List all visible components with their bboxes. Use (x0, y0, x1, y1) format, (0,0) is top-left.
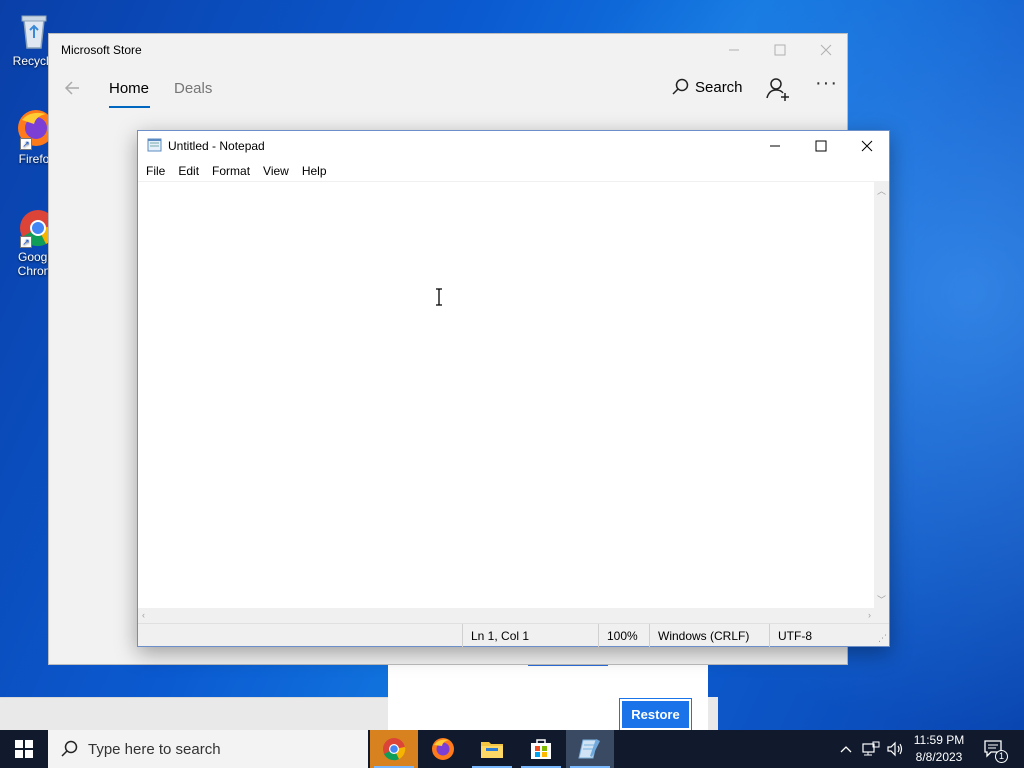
network-icon (862, 741, 880, 756)
taskbar-clock[interactable]: 11:59 PM 8/8/2023 (904, 732, 974, 766)
shortcut-arrow-icon: ↗ (20, 236, 32, 248)
background-window-strip (708, 697, 718, 730)
show-hidden-icons-button[interactable] (836, 730, 856, 768)
store-close-button[interactable] (803, 34, 849, 66)
search-icon (672, 78, 689, 95)
notification-count-badge: 1 (995, 750, 1008, 763)
firefox-icon (432, 738, 454, 760)
status-encoding: UTF-8 (769, 624, 869, 647)
add-user-icon (766, 78, 789, 101)
store-minimize-button[interactable] (711, 34, 757, 66)
vertical-scrollbar[interactable]: ︿ ﹀ (874, 182, 889, 608)
maximize-icon (815, 140, 827, 151)
menu-format[interactable]: Format (207, 164, 258, 178)
taskbar-firefox[interactable] (419, 730, 467, 768)
scroll-up-icon[interactable]: ︿ (877, 184, 886, 197)
notepad-status-bar: Ln 1, Col 1 100% Windows (CRLF) UTF-8 ⋰ (138, 623, 889, 647)
more-options-button[interactable]: ··· (815, 72, 838, 95)
shortcut-arrow-icon: ↗ (20, 138, 32, 150)
store-window-title: Microsoft Store (61, 43, 142, 57)
status-line-ending: Windows (CRLF) (649, 624, 769, 647)
search-icon (61, 740, 78, 757)
tab-home[interactable]: Home (109, 80, 149, 97)
menu-view[interactable]: View (258, 164, 297, 178)
notepad-window-title: Untitled - Notepad (168, 139, 265, 153)
notepad-window: Untitled - Notepad File Edit Format View… (137, 130, 890, 647)
taskbar-chrome[interactable] (370, 730, 418, 768)
chrome-icon (383, 738, 406, 761)
volume-tray-button[interactable] (884, 730, 906, 768)
status-zoom: 100% (598, 624, 649, 647)
notepad-maximize-button[interactable] (798, 131, 844, 160)
taskbar-search-placeholder: Type here to search (88, 740, 221, 758)
background-window-strip (0, 697, 388, 730)
store-nav-bar: Home Deals Search ··· (49, 66, 847, 116)
store-maximize-button[interactable] (757, 34, 803, 66)
chevron-up-icon (840, 746, 852, 753)
taskbar-microsoft-store[interactable] (517, 730, 565, 768)
menu-help[interactable]: Help (297, 164, 335, 178)
menu-file[interactable]: File (141, 164, 173, 178)
windows-logo-icon (15, 740, 33, 758)
action-center-button[interactable]: 1 (980, 730, 1008, 768)
restore-button[interactable]: Restore (619, 698, 692, 731)
back-arrow-icon (64, 81, 79, 95)
scroll-down-icon[interactable]: ﹀ (877, 593, 886, 606)
minimize-icon (770, 145, 780, 146)
microsoft-store-icon (531, 739, 551, 759)
notepad-menubar: File Edit Format View Help (138, 160, 889, 182)
file-explorer-icon (481, 742, 503, 758)
desktop-icon-label: Firefo (18, 152, 50, 166)
minimize-icon (729, 49, 739, 51)
account-button[interactable] (765, 76, 791, 102)
store-search-button[interactable]: Search (671, 78, 743, 96)
notepad-icon (147, 138, 162, 152)
notepad-close-button[interactable] (844, 131, 890, 160)
notepad-titlebar[interactable]: Untitled - Notepad (138, 131, 889, 160)
volume-icon (887, 741, 903, 757)
network-tray-button[interactable] (860, 730, 882, 768)
store-titlebar[interactable]: Microsoft Store (49, 34, 847, 66)
taskbar-file-explorer[interactable] (468, 730, 516, 768)
clock-date: 8/8/2023 (915, 750, 963, 764)
back-button[interactable] (63, 78, 83, 98)
resize-grip-icon[interactable]: ⋰ (878, 633, 887, 644)
taskbar-notepad[interactable] (566, 730, 614, 768)
scroll-right-icon[interactable]: › (868, 610, 871, 620)
tab-deals[interactable]: Deals (174, 80, 212, 97)
taskbar: Type here to search 11:59 PM 8/8/2023 1 (0, 730, 1024, 768)
scroll-left-icon[interactable]: ‹ (142, 610, 145, 620)
close-icon (861, 140, 873, 151)
close-icon (820, 44, 832, 56)
horizontal-scrollbar[interactable]: ‹ › (138, 608, 875, 623)
taskbar-search-box[interactable]: Type here to search (48, 730, 368, 768)
text-cursor-icon (436, 288, 442, 306)
notepad-icon (578, 739, 600, 759)
menu-edit[interactable]: Edit (173, 164, 207, 178)
notepad-text-area[interactable] (138, 182, 875, 608)
maximize-icon (774, 44, 786, 56)
store-search-label: Search (695, 78, 743, 96)
start-button[interactable] (0, 730, 48, 768)
clock-time: 11:59 PM (913, 733, 965, 747)
status-cursor-position: Ln 1, Col 1 (462, 624, 598, 647)
notepad-minimize-button[interactable] (752, 131, 798, 160)
active-tab-indicator (109, 106, 150, 108)
scrollbar-corner (874, 608, 889, 623)
